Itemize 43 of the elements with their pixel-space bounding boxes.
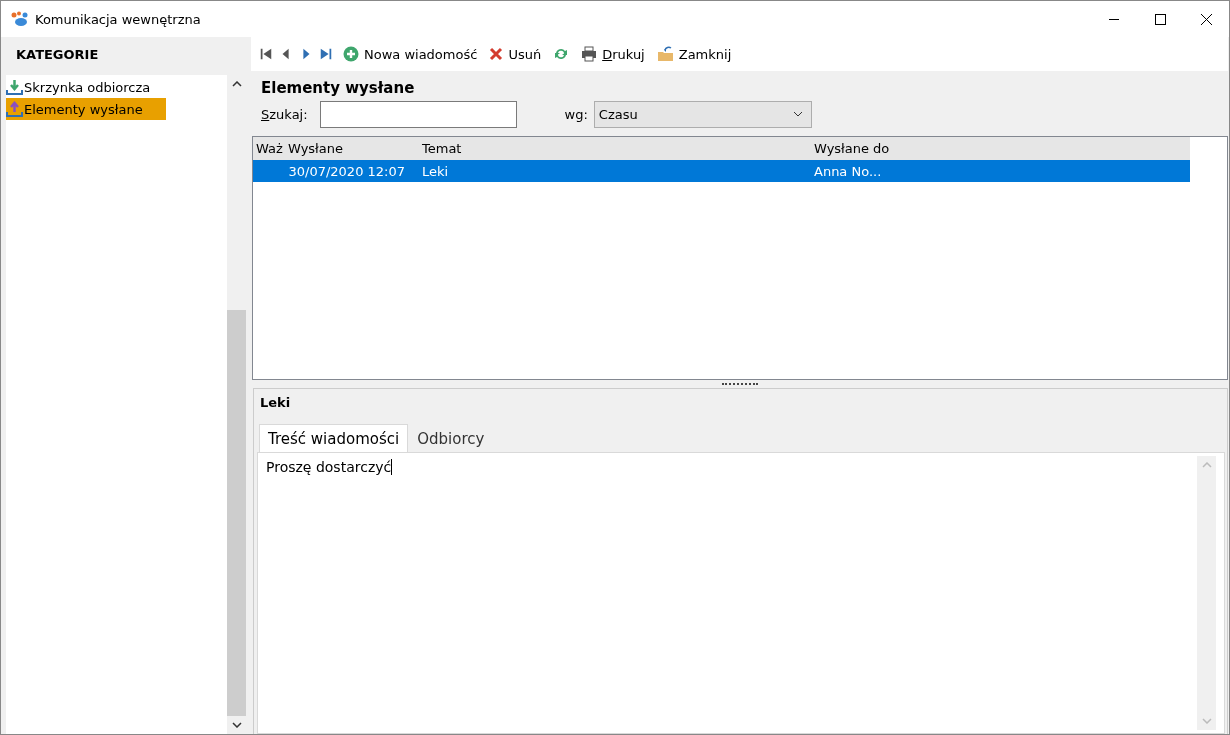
table-cell-text: Anna No...	[813, 163, 883, 179]
print-button[interactable]: Drukuj	[577, 41, 649, 67]
column-header[interactable]: Temat	[419, 141, 811, 156]
delete-icon	[489, 47, 504, 61]
tab[interactable]: Treść wiadomości	[259, 424, 409, 452]
column-header[interactable]: Wysłane	[285, 141, 419, 156]
category-item[interactable]: Elementy wysłane	[6, 98, 166, 120]
refresh-icon	[553, 47, 570, 61]
delete-button[interactable]: Usuń	[485, 41, 546, 67]
search-field[interactable]	[319, 100, 517, 128]
scroll-up-icon	[231, 81, 242, 87]
window-title: Komunikacja wewnętrzna	[35, 11, 201, 27]
section-title: Elementy wysłane	[260, 78, 416, 99]
download-tray-icon	[6, 78, 23, 96]
sort-dropdown[interactable]: Czasu	[593, 100, 812, 128]
sidebar-title: KATEGORIE	[15, 46, 100, 64]
folder-icon	[656, 46, 674, 62]
tab[interactable]: Odbiorcy	[408, 424, 494, 452]
message-subject: Leki	[259, 394, 292, 412]
table-cell-text: Leki	[421, 163, 450, 179]
scroll-up-icon	[1201, 462, 1212, 468]
message-body[interactable]: Proszę dostarczyć	[266, 459, 393, 475]
maximize-icon	[1154, 13, 1166, 25]
sort-label: wg:	[564, 106, 588, 122]
new-button[interactable]: Nowa wiadomość	[339, 41, 482, 67]
scroll-down-icon	[231, 722, 242, 728]
last-icon[interactable]	[319, 46, 333, 62]
message-row[interactable]: 30/07/2020 12:07 Leki Anna No...	[253, 160, 1190, 182]
printer-icon	[581, 46, 598, 62]
scrollbar[interactable]	[1197, 456, 1216, 730]
search-label: Szukaj:	[261, 106, 308, 122]
dropdown-caret-icon	[792, 111, 803, 117]
upload-tray-icon	[6, 100, 23, 118]
first-icon[interactable]	[259, 46, 273, 62]
close-icon	[1200, 13, 1212, 25]
plus-icon	[343, 46, 359, 62]
column-header[interactable]: Wysłane do	[811, 141, 1186, 156]
category-item[interactable]: Skrzynka odbiorcza	[6, 76, 166, 98]
table-cell-text: 30/07/2020 12:07	[287, 163, 406, 179]
scroll-down-icon	[1201, 718, 1212, 724]
column-header[interactable]: Waż	[253, 141, 285, 156]
paw-logo-icon	[11, 11, 29, 27]
close-button[interactable]: Zamknij	[652, 41, 736, 67]
